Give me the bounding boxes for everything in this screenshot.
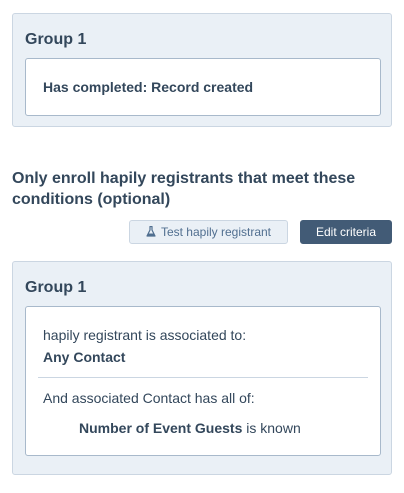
conditions-heading: Only enroll hapily registrants that meet… — [12, 170, 356, 208]
edit-criteria-button[interactable]: Edit criteria — [300, 220, 392, 244]
group-title: Group 1 — [25, 279, 87, 296]
property-operator: is known — [246, 420, 301, 436]
trigger-criteria-card[interactable]: Has completed: Record created — [25, 58, 381, 116]
group-title: Group 1 — [25, 31, 87, 48]
flask-icon — [146, 226, 156, 237]
test-registrant-button[interactable]: Test hapily registrant — [129, 220, 288, 244]
trigger-criteria-text: Has completed: Record created — [43, 79, 254, 95]
property-name: Number of Event Guests — [79, 420, 243, 436]
enrollment-triggers-page: Group 1 Has completed: Record created On… — [0, 0, 404, 493]
condition-criteria-card[interactable]: hapily registrant is associated to: Any … — [25, 306, 381, 456]
test-button-label: Test hapily registrant — [160, 225, 272, 239]
condition-group-panel: Group 1 hapily registrant is associated … — [12, 261, 392, 475]
property-filter: Number of Event Guests is known — [79, 420, 301, 436]
all-of-text: And associated Contact has all of: — [43, 390, 255, 406]
association-value: Any Contact — [43, 349, 126, 365]
association-text: hapily registrant is associated to: — [43, 327, 247, 343]
trigger-group-panel: Group 1 Has completed: Record created — [12, 13, 392, 127]
divider — [38, 377, 368, 378]
